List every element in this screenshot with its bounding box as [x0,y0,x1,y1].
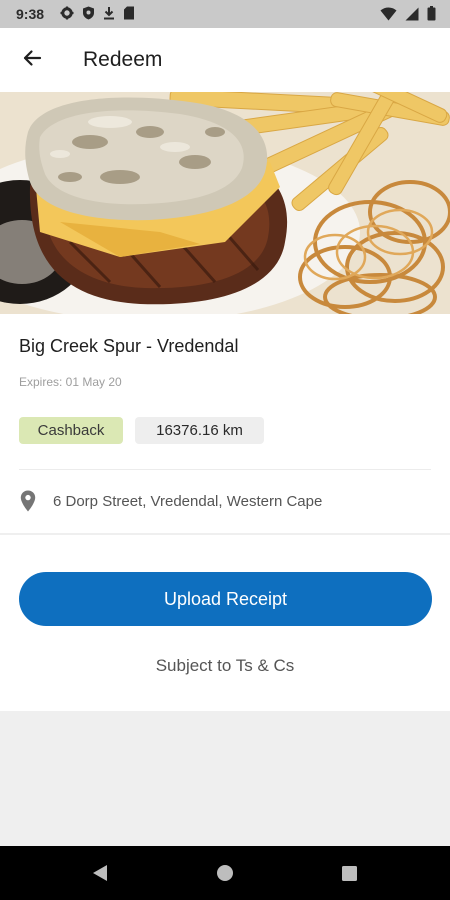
status-icons-left [60,6,135,25]
home-circle-icon[interactable] [212,860,238,886]
sd-card-icon [123,6,135,25]
address-row[interactable]: 6 Dorp Street, Vredendal, Western Cape [19,489,322,513]
distance-badge: 16376.16 km [135,417,264,444]
status-icons-right [380,6,436,26]
upload-receipt-button[interactable]: Upload Receipt [19,572,432,626]
status-bar: 9:38 [0,0,450,28]
back-triangle-icon[interactable] [87,860,113,886]
gear-icon [60,6,74,25]
terms-link[interactable]: Subject to Ts & Cs [0,656,450,676]
address-text: 6 Dorp Street, Vredendal, Western Cape [53,492,323,510]
location-pin-icon [19,489,37,513]
arrow-left-icon [22,48,42,73]
page-title: Redeem [83,48,163,71]
wifi-icon [380,7,397,26]
steak-fries-onion-rings-illustration [0,92,450,314]
cashback-badge: Cashback [19,417,123,444]
divider [19,469,431,470]
signal-icon [405,7,419,26]
back-button[interactable] [14,42,50,78]
expiry-date: Expires: 01 May 20 [19,375,122,389]
status-time: 9:38 [16,6,45,22]
app-bar: Redeem [0,28,450,92]
download-icon [103,6,115,25]
system-nav-bar [0,846,450,900]
hero-image [0,92,450,314]
recents-square-icon[interactable] [336,860,362,886]
shield-icon [82,6,95,25]
battery-icon [427,6,436,26]
action-area: Upload Receipt Subject to Ts & Cs [0,535,450,711]
venue-name: Big Creek Spur - Vredendal [19,336,239,356]
offer-card: Big Creek Spur - Vredendal Expires: 01 M… [0,314,450,533]
